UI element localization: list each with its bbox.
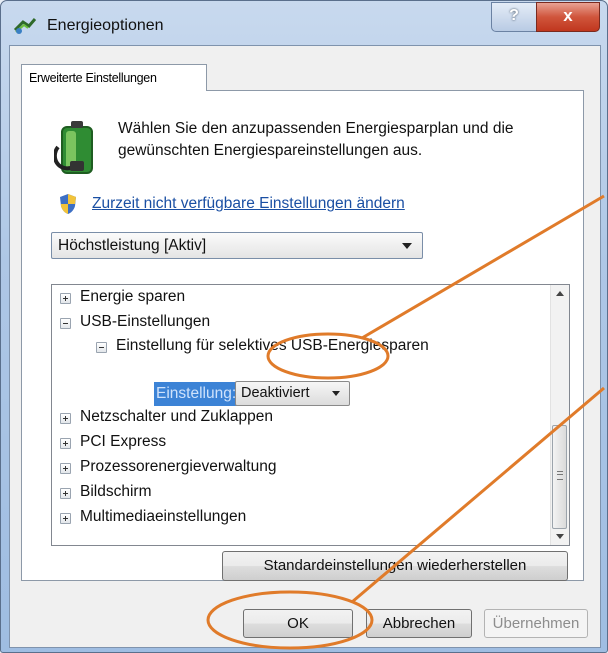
tree-item[interactable]: Netzschalter und Zuklappen — [60, 405, 273, 429]
expand-plus-icon[interactable] — [60, 463, 71, 474]
window-title: Energieoptionen — [47, 17, 164, 34]
expand-plus-icon[interactable] — [60, 488, 71, 499]
setting-value: Deaktiviert — [241, 385, 310, 401]
cancel-button[interactable]: Abbrechen — [366, 609, 472, 638]
help-button[interactable]: ? — [491, 2, 537, 32]
tree-item-label: Einstellung für selektives USB-Energiesp… — [116, 337, 429, 354]
tree-item[interactable]: Prozessorenergieverwaltung — [60, 455, 276, 479]
description-text: Wählen Sie den anzupassenden Energiespar… — [118, 120, 514, 159]
tree-item-label: USB-Einstellungen — [80, 313, 211, 330]
restore-defaults-button[interactable]: Standardeinstellungen wiederherstellen — [222, 551, 568, 581]
collapse-minus-icon[interactable] — [60, 318, 71, 329]
title-bar[interactable]: Energieoptionen ? x — [1, 1, 607, 45]
tree-item[interactable]: Bildschirm — [60, 480, 151, 504]
settings-panel: Wählen Sie den anzupassenden Energiespar… — [21, 90, 584, 581]
ok-button[interactable]: OK — [243, 609, 353, 638]
scroll-down-icon[interactable] — [551, 527, 569, 545]
chevron-down-icon[interactable] — [332, 391, 340, 396]
chevron-down-icon[interactable] — [402, 243, 412, 249]
close-button[interactable]: x — [536, 2, 600, 32]
vertical-scrollbar[interactable] — [550, 285, 569, 545]
tree-item[interactable]: Multimediaeinstellungen — [60, 505, 246, 529]
tree-item-label: Multimediaeinstellungen — [80, 508, 247, 525]
power-options-icon — [13, 18, 37, 34]
tree-item[interactable]: Einstellung für selektives USB-Energiesp… — [96, 334, 429, 358]
tree-item-label: Prozessorenergieverwaltung — [80, 458, 277, 475]
setting-value-select[interactable]: Deaktiviert — [235, 381, 350, 406]
expand-plus-icon[interactable] — [60, 293, 71, 304]
battery-plug-icon — [54, 121, 93, 174]
scroll-up-icon[interactable] — [551, 285, 569, 303]
collapse-minus-icon[interactable] — [96, 342, 107, 353]
expand-plus-icon[interactable] — [60, 438, 71, 449]
expand-plus-icon[interactable] — [60, 513, 71, 524]
tree-item[interactable]: Energie sparen — [60, 285, 185, 309]
dialog-client-area: Erweiterte Einstellungen Wählen Sie den … — [9, 45, 601, 648]
tree-item-label: Bildschirm — [80, 483, 152, 500]
setting-label: Einstellung: — [154, 382, 240, 406]
power-plan-select[interactable]: Höchstleistung [Aktiv] — [51, 232, 423, 259]
change-unavailable-settings-link[interactable]: Zurzeit nicht verfügbare Einstellungen ä… — [92, 195, 405, 213]
tree-item-label: Netzschalter und Zuklappen — [80, 408, 274, 425]
tree-item-label: PCI Express — [80, 433, 167, 450]
power-options-dialog: Energieoptionen ? x Erweiterte Einstellu… — [0, 0, 608, 653]
tree-item[interactable]: USB-Einstellungen — [60, 310, 210, 334]
tree-item-label: Energie sparen — [80, 288, 186, 305]
scrollbar-thumb[interactable] — [552, 425, 567, 529]
power-plan-value: Höchstleistung [Aktiv] — [58, 237, 207, 254]
grip-icon — [557, 471, 563, 480]
settings-tree[interactable]: Energie sparen USB-Einstellungen Einstel… — [51, 284, 570, 546]
expand-plus-icon[interactable] — [60, 413, 71, 424]
tree-item[interactable]: PCI Express — [60, 430, 166, 454]
apply-button[interactable]: Übernehmen — [484, 609, 588, 638]
shield-icon — [60, 194, 76, 214]
tab-advanced-settings[interactable]: Erweiterte Einstellungen — [21, 64, 207, 91]
